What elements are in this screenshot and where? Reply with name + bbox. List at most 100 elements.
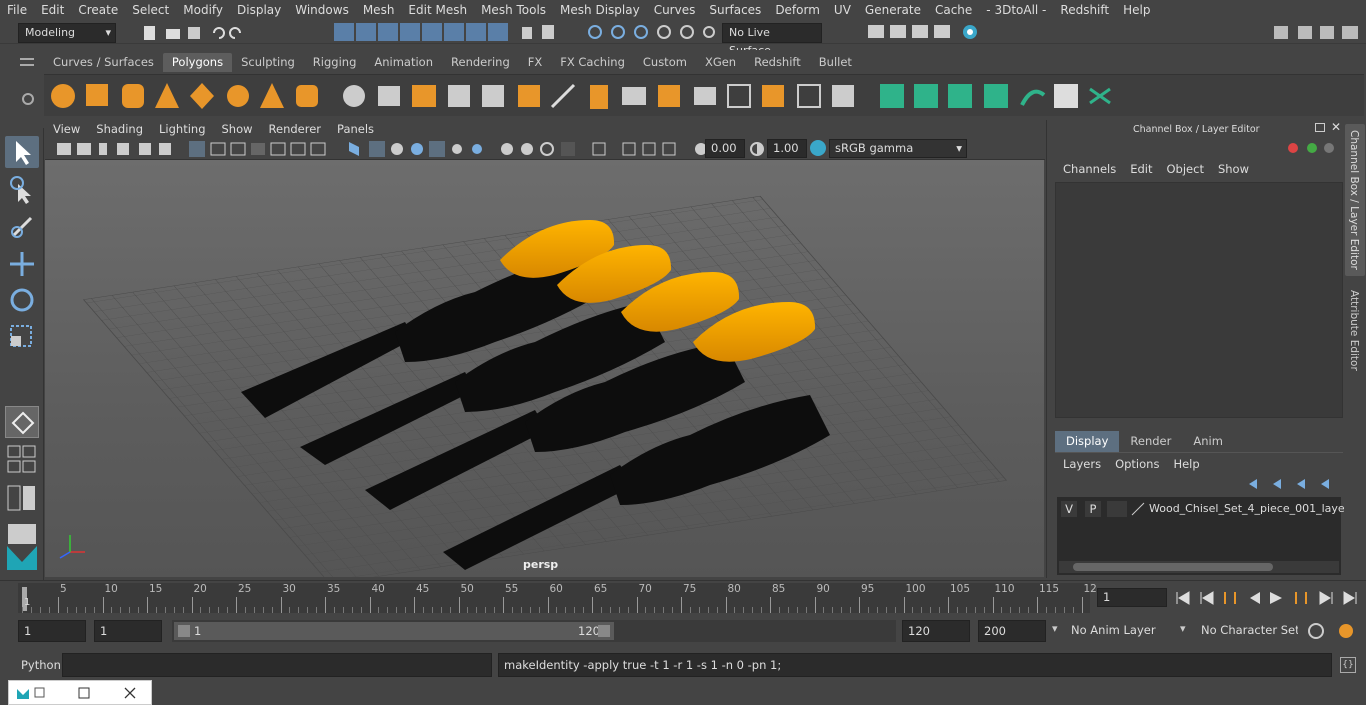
current-frame-field[interactable]: 1 — [1097, 588, 1167, 607]
move-tool-icon[interactable] — [5, 248, 39, 280]
viewport-menu-renderer[interactable]: Renderer — [261, 122, 330, 136]
shelf-tab-xgen[interactable]: XGen — [696, 53, 745, 72]
playback-end-field[interactable]: 120 — [902, 620, 970, 642]
channel-box-menu-object[interactable]: Object — [1161, 162, 1212, 176]
menu-deform[interactable]: Deform — [768, 0, 827, 20]
gamma-field[interactable]: 1.00 — [767, 139, 807, 158]
selection-mask-icons[interactable] — [332, 22, 562, 42]
shelf-tab-sculpting[interactable]: Sculpting — [232, 53, 304, 72]
script-language-label[interactable]: Python — [21, 658, 61, 672]
menu-surfaces[interactable]: Surfaces — [702, 0, 768, 20]
layer-playback-toggle[interactable]: P — [1085, 501, 1101, 517]
range-slider[interactable]: 1 120 — [172, 620, 896, 642]
shelf-tab-animation[interactable]: Animation — [365, 53, 442, 72]
menu-modify[interactable]: Modify — [176, 0, 230, 20]
chevron-down-icon[interactable]: ▾ — [1180, 622, 1186, 635]
rotate-tool-icon[interactable] — [5, 284, 39, 316]
command-input[interactable] — [62, 653, 492, 677]
anim-layer-dropdown[interactable]: No Anim Layer — [1066, 620, 1176, 642]
layer-list-scrollbar[interactable] — [1059, 561, 1339, 573]
float-panel-icon[interactable] — [1315, 123, 1325, 132]
shelf-menu-icon[interactable] — [20, 58, 34, 66]
shelf-settings-gear-icon[interactable] — [22, 93, 34, 105]
shelf-tab-fx-caching[interactable]: FX Caching — [551, 53, 634, 72]
shelf-tab-redshift[interactable]: Redshift — [745, 53, 810, 72]
polygon-primitive-icons[interactable] — [44, 75, 1364, 117]
viewport-menu-shading[interactable]: Shading — [88, 122, 151, 136]
shelf-tab-curves-surfaces[interactable]: Curves / Surfaces — [44, 53, 163, 72]
menu-mesh[interactable]: Mesh — [356, 0, 402, 20]
close-icon[interactable]: ✕ — [1331, 120, 1341, 134]
colorspace-dropdown[interactable]: sRGB gamma ▾ — [829, 139, 967, 158]
tab-attribute-editor[interactable]: Attribute Editor — [1345, 286, 1365, 376]
script-editor-icon[interactable]: {} — [1340, 657, 1356, 673]
menu-select[interactable]: Select — [125, 0, 176, 20]
layer-tab-render[interactable]: Render — [1119, 431, 1182, 452]
menu-curves[interactable]: Curves — [647, 0, 703, 20]
snap-icons[interactable] — [585, 23, 715, 41]
anim-prefs-icons[interactable] — [1306, 622, 1360, 640]
playback-controls[interactable] — [1174, 589, 1360, 607]
chevron-down-icon[interactable]: ▾ — [1052, 622, 1058, 635]
soft-select-icon[interactable] — [5, 406, 39, 438]
viewport-3d[interactable]: persp — [45, 160, 1044, 577]
playback-start-field[interactable]: 1 — [94, 620, 162, 642]
menu-cache[interactable]: Cache — [928, 0, 979, 20]
layer-color-icon[interactable] — [1131, 502, 1145, 516]
layer-type-toggle[interactable] — [1107, 501, 1127, 517]
mode-dropdown[interactable]: Modeling ▾ — [18, 23, 116, 43]
file-icons[interactable] — [140, 24, 260, 42]
menu-edit[interactable]: Edit — [34, 0, 71, 20]
viewport-menu-panels[interactable]: Panels — [329, 122, 382, 136]
channel-box-menu-channels[interactable]: Channels — [1057, 162, 1124, 176]
layer-tab-display[interactable]: Display — [1055, 431, 1120, 452]
workspace-icons[interactable] — [1270, 23, 1364, 41]
minimized-window[interactable] — [8, 680, 152, 705]
character-set-dropdown[interactable]: No Character Set — [1196, 620, 1298, 642]
select-tool-icon[interactable] — [5, 136, 39, 168]
shelf-tab-custom[interactable]: Custom — [634, 53, 696, 72]
menu-create[interactable]: Create — [71, 0, 125, 20]
shelf-tab-rigging[interactable]: Rigging — [304, 53, 366, 72]
live-surface-field[interactable]: No Live Surface — [722, 23, 822, 57]
viewport-menu-view[interactable]: View — [45, 122, 88, 136]
range-slider-bar-fill[interactable]: 1 120 — [174, 622, 614, 640]
layer-action-icons[interactable] — [1245, 477, 1335, 491]
shelf-tab-fx[interactable]: FX — [519, 53, 552, 72]
menu--3dtoall-[interactable]: - 3DtoAll - — [979, 0, 1053, 20]
layer-menu-layers[interactable]: Layers — [1057, 457, 1109, 471]
channel-box-icons[interactable] — [1285, 140, 1335, 156]
menu-file[interactable]: File — [0, 0, 34, 20]
range-end-handle[interactable] — [598, 625, 610, 637]
shelf-tab-rendering[interactable]: Rendering — [442, 53, 519, 72]
viewport-tool-icons[interactable] — [55, 140, 715, 158]
range-start-handle[interactable] — [178, 625, 190, 637]
layer-tab-anim[interactable]: Anim — [1182, 431, 1234, 452]
menu-help[interactable]: Help — [1116, 0, 1157, 20]
paint-select-tool-icon[interactable] — [5, 210, 39, 242]
menu-windows[interactable]: Windows — [288, 0, 356, 20]
color-management-icon[interactable] — [810, 140, 826, 156]
layer-menu-options[interactable]: Options — [1109, 457, 1167, 471]
layout-split-icon[interactable] — [5, 482, 39, 514]
exposure-field[interactable]: 0.00 — [705, 139, 745, 158]
viewport-menu-lighting[interactable]: Lighting — [151, 122, 213, 136]
menu-display[interactable]: Display — [230, 0, 288, 20]
render-icons[interactable] — [866, 23, 986, 41]
anim-end-field[interactable]: 200 — [978, 620, 1046, 642]
scrollbar-thumb[interactable] — [1073, 563, 1273, 571]
menu-redshift[interactable]: Redshift — [1053, 0, 1116, 20]
anim-start-field[interactable]: 1 — [18, 620, 86, 642]
lasso-tool-icon[interactable] — [5, 174, 39, 206]
tab-channel-box[interactable]: Channel Box / Layer Editor — [1345, 124, 1365, 276]
layer-row[interactable]: V P Wood_Chisel_Set_4_piece_001_layer — [1061, 501, 1349, 517]
menu-generate[interactable]: Generate — [858, 0, 928, 20]
layer-menu-help[interactable]: Help — [1167, 457, 1207, 471]
menu-uv[interactable]: UV — [827, 0, 858, 20]
channel-box-menu-show[interactable]: Show — [1212, 162, 1257, 176]
scale-tool-icon[interactable] — [5, 320, 39, 352]
shelf-tab-polygons[interactable]: Polygons — [162, 53, 233, 72]
viewport-menu-show[interactable]: Show — [214, 122, 261, 136]
menu-edit-mesh[interactable]: Edit Mesh — [401, 0, 474, 20]
timeline-track[interactable]: 1 5 10 15 20 25 30 35 40 45 50 55 60 65 70 75 80 85 90 95 1… — [18, 583, 1097, 613]
